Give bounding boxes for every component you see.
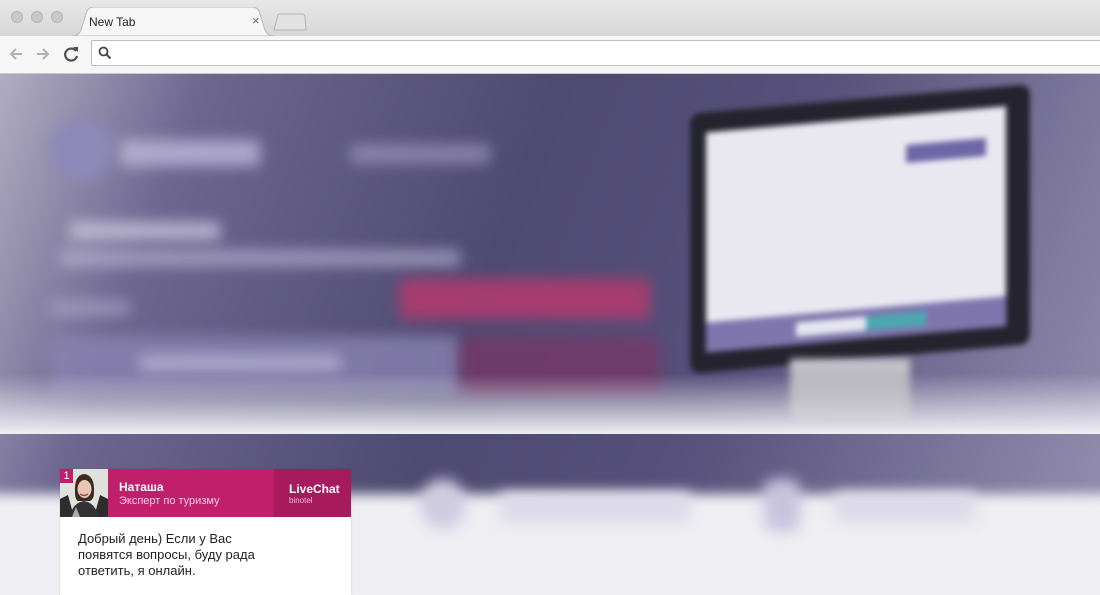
feature-2-icon [764,479,800,531]
tab-bar: New Tab × [0,0,1100,36]
forward-arrow-icon [37,48,50,60]
browser-window: New Tab × 1 Наташа Эксперт по туризму Li… [0,0,1100,595]
hero-text-line [50,300,130,316]
close-window-button[interactable] [11,11,23,23]
agent-role: Эксперт по туризму [119,495,220,507]
chat-message: Добрый день) Если у Вас появятся вопросы… [78,531,255,578]
new-tab-button[interactable] [272,13,308,36]
unread-badge: 1 [60,469,73,483]
back-arrow-icon [9,48,22,60]
hero-bottom-fade [0,374,1100,434]
new-tab-icon [273,13,307,31]
screen-purple-block [906,137,986,163]
livechat-logo: LiveChat [289,482,340,496]
logo-wordmark [120,140,260,166]
feature-1-text [500,492,690,522]
hero-cta-button[interactable] [400,279,650,319]
monitor-mockup [690,84,1030,374]
hero-form-input-text [140,356,340,370]
logo-icon [50,119,112,181]
reload-button[interactable] [61,44,81,69]
back-button[interactable] [6,44,26,69]
forward-button[interactable] [33,44,53,69]
hero-headline [70,222,220,240]
tab-title: New Tab [89,15,136,29]
livechat-sub: binotel [289,496,313,505]
hero-subheadline [60,250,460,266]
feature-1-icon [420,479,466,529]
browser-toolbar [0,36,1100,74]
address-bar[interactable] [91,40,1100,66]
agent-avatar: 1 [60,469,108,517]
tab-close-icon[interactable]: × [252,14,260,27]
agent-name: Наташа [119,480,164,494]
search-icon [98,46,112,60]
header-subtitle [350,144,490,164]
monitor-screen [706,106,1006,353]
feature-2-text [835,492,975,522]
reload-icon [64,47,79,62]
chat-header[interactable]: 1 Наташа Эксперт по туризму LiveChat bin… [60,469,351,517]
zoom-window-button[interactable] [51,11,63,23]
live-chat-widget[interactable]: 1 Наташа Эксперт по туризму LiveChat bin… [60,469,351,595]
livechat-brand: LiveChat binotel [274,469,351,517]
tab-new-tab[interactable]: New Tab × [72,7,274,36]
minimize-window-button[interactable] [31,11,43,23]
